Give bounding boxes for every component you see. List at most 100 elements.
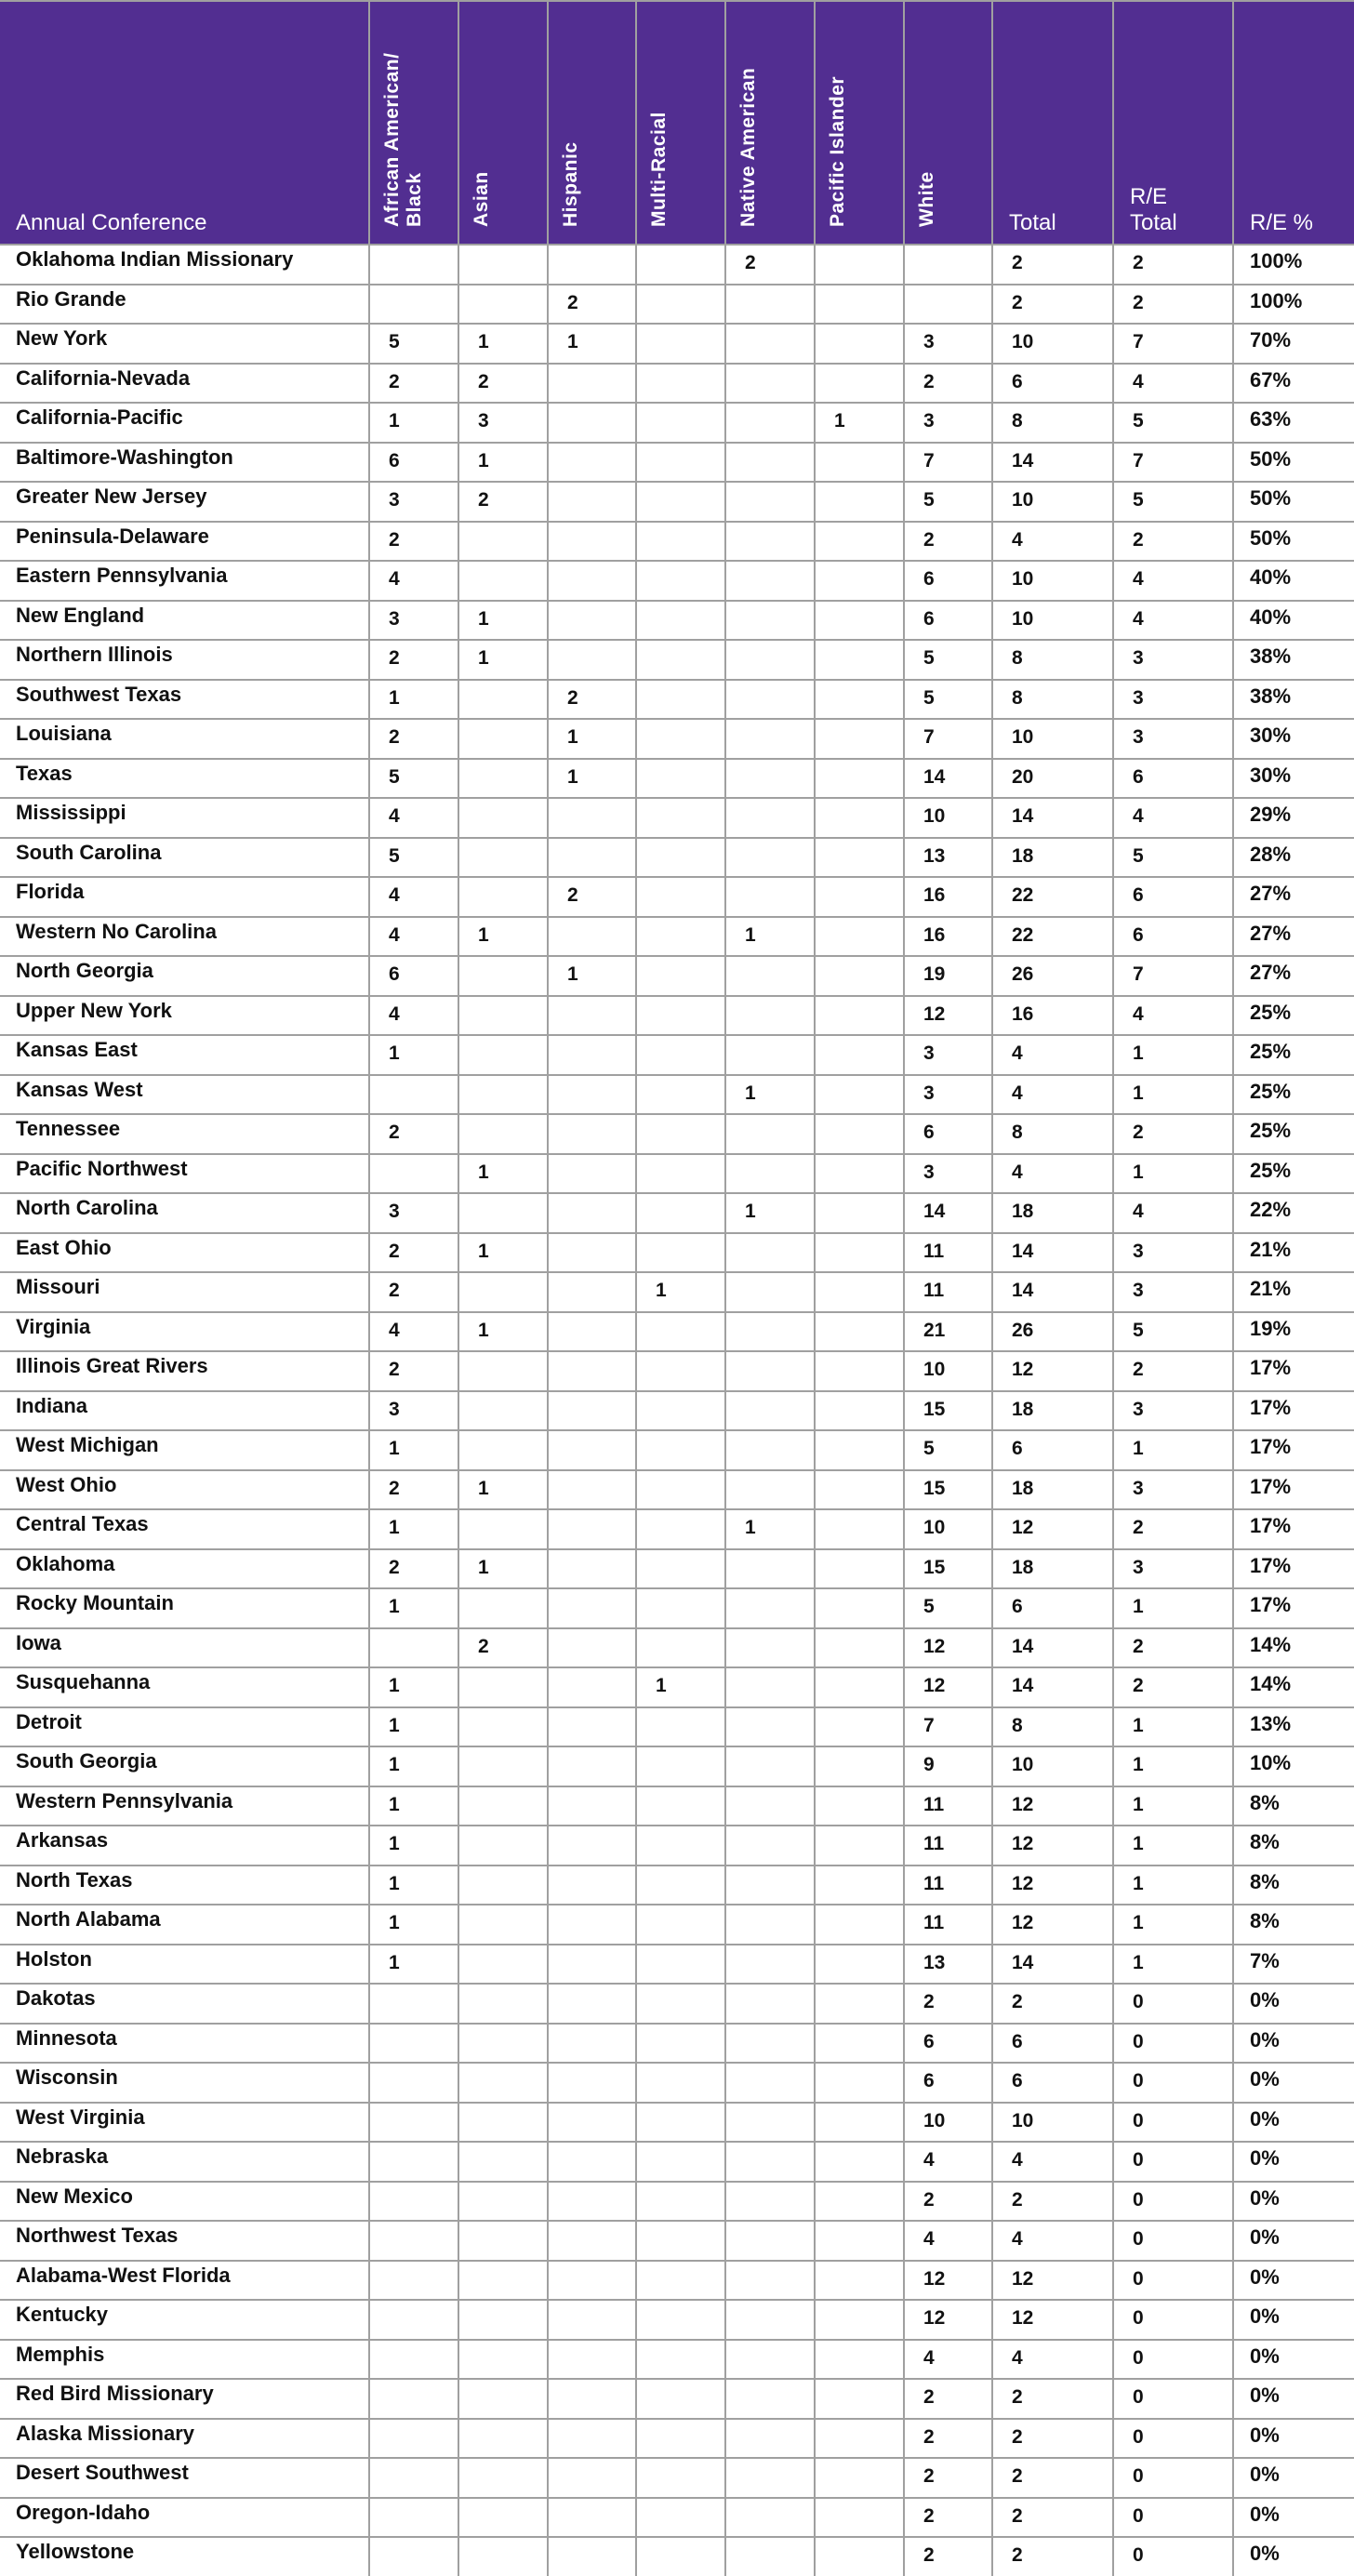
hispanic-cell bbox=[547, 1389, 637, 1431]
conference-name-cell: Eastern Pennsylvania bbox=[0, 560, 370, 602]
total-cell: 2 bbox=[991, 2496, 1114, 2538]
african-american-black-cell: 2 bbox=[368, 362, 459, 404]
re-total-cell: 7 bbox=[1112, 955, 1234, 997]
re-total-cell: 2 bbox=[1112, 1666, 1234, 1708]
total-cell: 12 bbox=[991, 1508, 1114, 1550]
total-cell: 8 bbox=[991, 639, 1114, 681]
conference-name-cell: Southwest Texas bbox=[0, 678, 370, 720]
native-american-cell bbox=[724, 2180, 816, 2222]
re-total-cell: 2 bbox=[1112, 520, 1234, 562]
re-total-cell: 2 bbox=[1112, 1627, 1234, 1668]
conference-name-cell: Florida bbox=[0, 876, 370, 918]
multi-racial-cell bbox=[635, 2457, 726, 2499]
asian-cell: 2 bbox=[458, 1627, 549, 1668]
conference-name-cell: Memphis bbox=[0, 2338, 370, 2380]
re-pct-cell: 25% bbox=[1232, 1152, 1354, 1194]
native-american-cell bbox=[724, 1825, 816, 1866]
white-cell: 14 bbox=[903, 1192, 993, 1234]
african-american-black-cell bbox=[368, 1627, 459, 1668]
conference-name-cell: Western Pennsylvania bbox=[0, 1785, 370, 1826]
re-total-cell: 0 bbox=[1112, 2299, 1234, 2341]
re-pct-cell: 100% bbox=[1232, 245, 1354, 285]
native-american-cell bbox=[724, 876, 816, 918]
conference-name-cell: Central Texas bbox=[0, 1508, 370, 1550]
native-american-cell bbox=[724, 1666, 816, 1708]
re-total-cell: 1 bbox=[1112, 1746, 1234, 1787]
white-cell: 15 bbox=[903, 1547, 993, 1589]
total-cell: 20 bbox=[991, 757, 1114, 799]
total-cell: 10 bbox=[991, 718, 1114, 760]
white-cell: 11 bbox=[903, 1271, 993, 1313]
re-total-cell: 1 bbox=[1112, 1904, 1234, 1945]
column-header-label: Native American bbox=[737, 67, 759, 227]
conference-name-cell: South Carolina bbox=[0, 836, 370, 878]
total-cell: 8 bbox=[991, 402, 1114, 444]
total-cell: 4 bbox=[991, 1152, 1114, 1194]
conference-name-cell: West Ohio bbox=[0, 1468, 370, 1510]
asian-cell: 1 bbox=[458, 441, 549, 483]
white-cell: 2 bbox=[903, 2496, 993, 2538]
table-row: Oregon-Idaho 2 2 0 0% bbox=[0, 2496, 1354, 2538]
table-row: West Virginia 10 10 0 0% bbox=[0, 2101, 1354, 2143]
hispanic-cell bbox=[547, 402, 637, 444]
hispanic-cell bbox=[547, 2378, 637, 2420]
white-cell: 12 bbox=[903, 2259, 993, 2301]
re-pct-cell: 14% bbox=[1232, 1666, 1354, 1708]
pacific-islander-cell bbox=[814, 915, 905, 957]
conference-name-cell: East Ohio bbox=[0, 1231, 370, 1273]
white-cell: 6 bbox=[903, 599, 993, 641]
pacific-islander-cell bbox=[814, 2457, 905, 2499]
asian-cell: 1 bbox=[458, 599, 549, 641]
white-cell: 15 bbox=[903, 1389, 993, 1431]
conference-name-cell: Dakotas bbox=[0, 1983, 370, 2025]
pacific-islander-cell bbox=[814, 2378, 905, 2420]
column-header-label: African American/ Black bbox=[381, 52, 425, 227]
pacific-islander-cell bbox=[814, 2180, 905, 2222]
re-total-cell: 4 bbox=[1112, 994, 1234, 1036]
hispanic-cell bbox=[547, 1746, 637, 1787]
conference-name-cell: North Georgia bbox=[0, 955, 370, 997]
white-cell: 6 bbox=[903, 2022, 993, 2064]
native-american-cell: 1 bbox=[724, 1073, 816, 1115]
white-cell: 21 bbox=[903, 1310, 993, 1352]
re-total-cell: 1 bbox=[1112, 1429, 1234, 1471]
white-cell: 7 bbox=[903, 718, 993, 760]
multi-racial-cell bbox=[635, 1113, 726, 1155]
re-pct-cell: 0% bbox=[1232, 2496, 1354, 2538]
table-row: South Georgia 1 9 10 1 10% bbox=[0, 1746, 1354, 1787]
native-american-cell bbox=[724, 1706, 816, 1747]
asian-cell bbox=[458, 1350, 549, 1392]
african-american-black-cell: 5 bbox=[368, 757, 459, 799]
pacific-islander-cell bbox=[814, 1587, 905, 1629]
re-pct-cell: 25% bbox=[1232, 1073, 1354, 1115]
native-american-cell bbox=[724, 2417, 816, 2459]
hispanic-cell: 2 bbox=[547, 678, 637, 720]
table-row: North Georgia 6 1 19 26 7 27% bbox=[0, 955, 1354, 997]
hispanic-cell: 1 bbox=[547, 323, 637, 365]
re-total-cell: 0 bbox=[1112, 2062, 1234, 2104]
multi-racial-cell bbox=[635, 520, 726, 562]
column-header-multi-racial: Multi-Racial bbox=[635, 0, 726, 246]
white-cell: 2 bbox=[903, 2536, 993, 2576]
asian-cell bbox=[458, 520, 549, 562]
african-american-black-cell: 3 bbox=[368, 481, 459, 523]
african-american-black-cell: 5 bbox=[368, 323, 459, 365]
conference-name-cell: Minnesota bbox=[0, 2022, 370, 2064]
column-header-label: Asian bbox=[471, 171, 492, 227]
re-pct-cell: 0% bbox=[1232, 2378, 1354, 2420]
pacific-islander-cell bbox=[814, 1192, 905, 1234]
total-cell: 18 bbox=[991, 1468, 1114, 1510]
re-pct-cell: 10% bbox=[1232, 1746, 1354, 1787]
table-row: Upper New York 4 12 16 4 25% bbox=[0, 994, 1354, 1036]
asian-cell bbox=[458, 1904, 549, 1945]
african-american-black-cell bbox=[368, 2259, 459, 2301]
native-american-cell: 2 bbox=[724, 245, 816, 285]
asian-cell bbox=[458, 1073, 549, 1115]
total-cell: 14 bbox=[991, 797, 1114, 839]
total-cell: 8 bbox=[991, 678, 1114, 720]
conference-demographics-table: Annual Conference African American/ Black… bbox=[0, 0, 1354, 2576]
native-american-cell bbox=[724, 1310, 816, 1352]
white-cell: 2 bbox=[903, 2378, 993, 2420]
table-row: Peninsula-Delaware 2 2 4 2 50% bbox=[0, 520, 1354, 562]
white-cell bbox=[903, 245, 993, 285]
